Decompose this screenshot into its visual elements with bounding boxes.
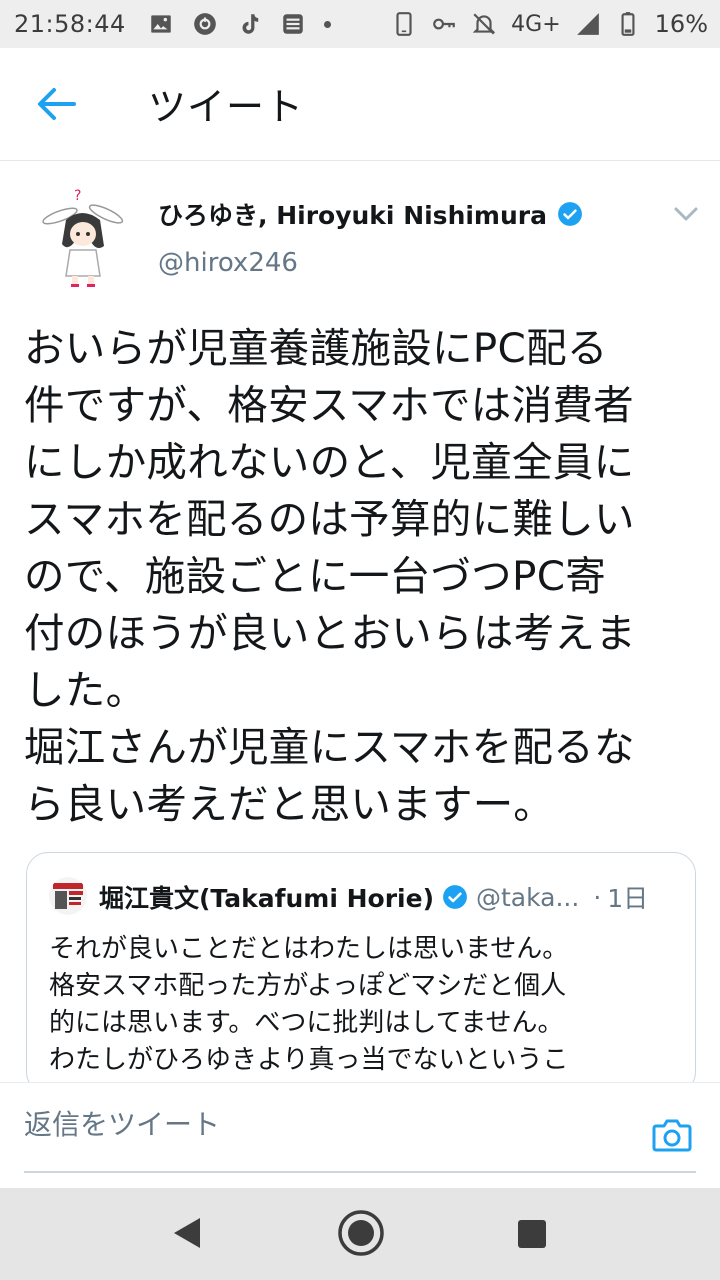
nav-home-button[interactable] bbox=[336, 1208, 386, 1258]
mute-icon bbox=[471, 11, 497, 37]
home-circle-icon bbox=[338, 1210, 384, 1256]
camera-button[interactable] bbox=[650, 1113, 694, 1157]
quote-header: 堀江貴文(Takafumi Horie) @taka... · 1日 bbox=[99, 879, 689, 915]
author-name-text: ひろゆき, Hiroyuki Nishimura bbox=[158, 201, 547, 230]
back-button[interactable] bbox=[34, 84, 78, 124]
author-name[interactable]: ひろゆき, Hiroyuki Nishimura bbox=[158, 196, 583, 232]
quoted-tweet[interactable]: 堀江貴文(Takafumi Horie) @taka... · 1日 それが良い… bbox=[26, 852, 696, 1094]
author-handle[interactable]: @hirox246 bbox=[158, 248, 298, 278]
tiktok-icon bbox=[236, 11, 262, 37]
quote-timestamp: 1日 bbox=[607, 884, 649, 913]
reply-bar: 返信をツイート bbox=[0, 1082, 720, 1189]
app-header: ツイート bbox=[0, 48, 720, 161]
quote-text: それが良いことだとはわたしは思いません。 格安スマホ配った方がよっぽどマシだと個… bbox=[49, 934, 569, 1075]
camera-icon bbox=[652, 1119, 692, 1152]
chevron-down-icon[interactable] bbox=[672, 202, 700, 226]
nav-recent-button[interactable] bbox=[516, 1218, 548, 1250]
phone-icon bbox=[391, 11, 417, 37]
status-time: 21:58:44 bbox=[14, 10, 126, 38]
reply-underline bbox=[24, 1171, 696, 1173]
status-right-icons: 4G+ 16% bbox=[391, 0, 708, 48]
quote-avatar bbox=[49, 877, 87, 915]
quote-verified-icon bbox=[442, 884, 468, 910]
gallery-icon bbox=[148, 11, 174, 37]
svg-text:?: ? bbox=[74, 188, 81, 204]
navigation-bar bbox=[0, 1188, 720, 1280]
signal-icon bbox=[575, 11, 601, 37]
battery-level: 16% bbox=[654, 10, 708, 38]
network-label: 4G+ bbox=[511, 11, 561, 37]
page-title: ツイート bbox=[148, 85, 305, 129]
badge-icon bbox=[280, 11, 306, 37]
notification-dot bbox=[323, 20, 331, 28]
sync-icon bbox=[192, 11, 218, 37]
quote-author-handle: @taka... bbox=[476, 882, 580, 912]
square-recents-icon bbox=[518, 1220, 546, 1248]
avatar[interactable]: ? bbox=[30, 180, 134, 292]
verified-icon bbox=[557, 201, 583, 227]
quote-author-name: 堀江貴文(Takafumi Horie) bbox=[99, 884, 434, 913]
key-icon bbox=[431, 11, 457, 37]
back-arrow-icon bbox=[38, 88, 76, 120]
nav-back-button[interactable] bbox=[170, 1214, 204, 1252]
quote-separator: · bbox=[593, 882, 602, 912]
triangle-back-icon bbox=[174, 1218, 200, 1248]
tweet-text: おいらが児童養護施設にPC配る 件ですが、格安スマホでは消費者 にしか成れないの… bbox=[24, 324, 636, 828]
battery-icon bbox=[615, 11, 641, 37]
status-left-icons bbox=[148, 11, 331, 37]
status-bar: 21:58:44 4G+ 16% bbox=[0, 0, 720, 48]
reply-input[interactable]: 返信をツイート bbox=[24, 1103, 584, 1153]
